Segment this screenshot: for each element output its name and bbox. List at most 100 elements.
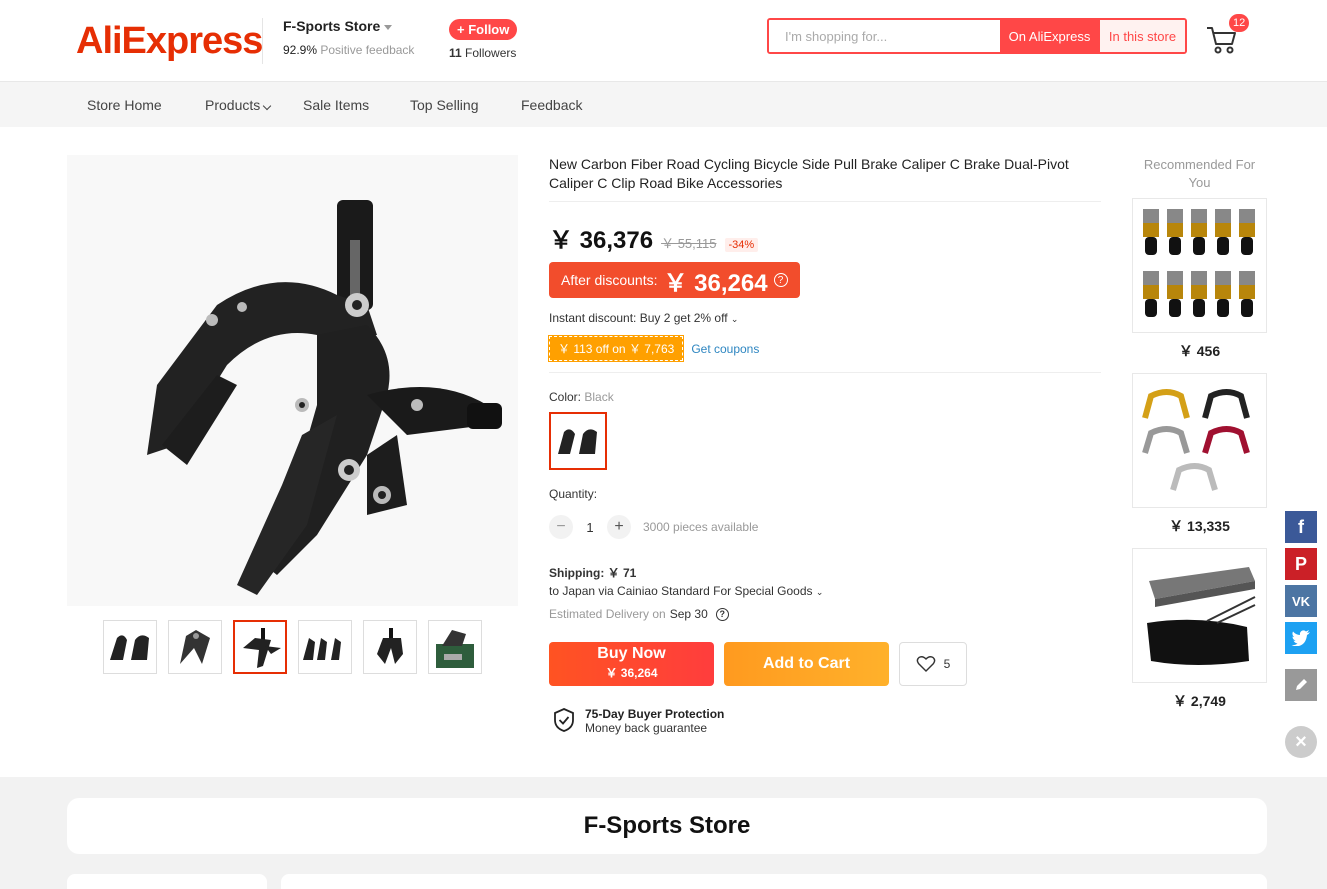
feedback-label: Positive feedback [320, 43, 415, 57]
search-input[interactable] [769, 20, 1000, 52]
shipping-via-text: to Japan via Cainiao Standard For Specia… [549, 584, 813, 598]
quantity-stepper: − 1 + 3000 pieces available [549, 515, 758, 539]
store-name: F-Sports Store [283, 18, 381, 34]
add-to-cart-button[interactable]: Add to Cart [724, 642, 889, 686]
color-option-black[interactable] [549, 412, 607, 470]
nav-top-selling[interactable]: Top Selling [410, 97, 479, 113]
heart-icon [916, 656, 935, 672]
caret-down-icon [384, 24, 393, 30]
store-nav: Store Home Products Sale Items Top Selli… [0, 82, 1327, 127]
store-info: F-Sports Store 92.9% Positive feedback [262, 18, 414, 64]
quantity-value[interactable]: 1 [585, 520, 595, 535]
divider [549, 201, 1101, 202]
buyer-protection: 75-Day Buyer Protection Money back guara… [553, 707, 724, 735]
protection-subtitle: Money back guarantee [585, 721, 708, 735]
thumbnail-4[interactable] [298, 620, 352, 674]
follow-button[interactable]: + Follow [449, 19, 518, 40]
thumbnail-6[interactable] [428, 620, 482, 674]
caliper-colors-image [1142, 389, 1250, 491]
nav-products[interactable]: Products [205, 97, 272, 113]
pinterest-icon[interactable]: P [1285, 548, 1317, 580]
coupon-row: ￥ 113 off on ￥ 7,763 Get coupons [547, 335, 759, 362]
instant-discount-text: Instant discount: Buy 2 get 2% off [549, 311, 728, 325]
brake-caliper-image [147, 200, 502, 595]
color-value: Black [584, 390, 614, 404]
after-discounts-label: After discounts: [561, 272, 658, 288]
recommended-price-3: ￥ 2,749 [1173, 693, 1226, 709]
thumbnail-2[interactable] [168, 620, 222, 674]
coupon-tag[interactable]: ￥ 113 off on ￥ 7,763 [547, 335, 685, 362]
recommended-title: Recommended For You [1143, 157, 1256, 190]
get-coupons-link[interactable]: Get coupons [691, 342, 759, 356]
store-banner-title: F-Sports Store [67, 798, 1267, 854]
feedback-percent: 92.9% [283, 43, 318, 57]
shipping-method[interactable]: to Japan via Cainiao Standard For Specia… [549, 584, 823, 598]
cart-button[interactable]: 12 [1205, 14, 1251, 54]
chevron-down-icon: ⌄ [730, 314, 739, 324]
search-bar: On AliExpress In this store [767, 18, 1187, 54]
color-label-text: Color: [549, 390, 582, 404]
available-stock: 3000 pieces available [643, 520, 759, 534]
estimated-delivery: Estimated Delivery on Sep 30 ? [549, 607, 729, 621]
thumbnail-1[interactable] [103, 620, 157, 674]
plus-button[interactable]: + [607, 515, 631, 539]
minus-button[interactable]: − [549, 515, 573, 539]
store-feedback: 92.9% Positive feedback [283, 43, 414, 57]
thumbnail-5[interactable] [363, 620, 417, 674]
search-on-aliexpress-button[interactable]: On AliExpress [1000, 20, 1099, 52]
pencil-icon[interactable] [1285, 669, 1317, 701]
recommended-item-3[interactable] [1132, 548, 1267, 683]
buy-now-button[interactable]: Buy Now ￥ 36,264 [549, 642, 714, 686]
discount-badge: -34% [724, 238, 759, 252]
protection-title: 75-Day Buyer Protection [585, 707, 725, 721]
followers-count: 11 [449, 46, 462, 60]
followers: 11 Followers [449, 46, 517, 60]
twitter-icon[interactable] [1285, 622, 1317, 654]
thumbnail-strip [103, 620, 482, 674]
follow-block: + Follow 11 Followers [449, 19, 518, 60]
aliexpress-logo[interactable]: AliExpress [76, 20, 263, 63]
store-name-dropdown[interactable]: F-Sports Store [283, 18, 414, 34]
followers-label: Followers [465, 46, 517, 60]
chevron-down-icon [263, 101, 272, 111]
quantity-label: Quantity: [549, 487, 598, 501]
vk-icon[interactable]: VK [1285, 585, 1317, 617]
facebook-icon[interactable]: f [1285, 511, 1317, 543]
nav-store-home[interactable]: Store Home [87, 97, 162, 113]
after-discounts-price: ￥ 36,264 [663, 269, 768, 297]
product-main-image[interactable] [67, 155, 518, 606]
close-icon[interactable]: × [1285, 726, 1317, 758]
store-header: AliExpress F-Sports Store 92.9% Positive… [0, 0, 1327, 82]
nav-products-label: Products [205, 97, 261, 113]
buy-now-price: ￥ 36,264 [605, 666, 658, 680]
shield-check-icon [554, 708, 574, 732]
store-sidebar-card [67, 874, 267, 889]
recommended-price-2: ￥ 13,335 [1169, 518, 1230, 534]
wishlist-count: 5 [943, 657, 951, 671]
shipping-label: Shipping: [549, 566, 605, 580]
recommended-item-2[interactable] [1132, 373, 1267, 508]
buy-now-label: Buy Now [597, 645, 666, 662]
recommended-item-1[interactable] [1132, 198, 1267, 333]
original-price: ￥ 55,115 [661, 236, 717, 251]
divider [549, 372, 1101, 373]
chevron-down-icon: ⌄ [815, 587, 824, 597]
cart-count-badge: 12 [1229, 14, 1250, 32]
shipping-price: ￥ 71 [607, 566, 637, 580]
color-label: Color: Black [549, 390, 614, 404]
help-icon[interactable]: ? [773, 273, 788, 287]
wishlist-button[interactable]: 5 [899, 642, 967, 686]
shipping: Shipping: ￥ 71 [549, 564, 636, 581]
product-title: New Carbon Fiber Road Cycling Bicycle Si… [549, 156, 1069, 191]
delivery-label: Estimated Delivery on [549, 607, 666, 621]
bike-rack-image [1147, 567, 1256, 665]
nav-sale-items[interactable]: Sale Items [303, 97, 369, 113]
nav-feedback[interactable]: Feedback [521, 97, 582, 113]
instant-discount[interactable]: Instant discount: Buy 2 get 2% off ⌄ [549, 311, 738, 325]
search-in-store-button[interactable]: In this store [1099, 20, 1185, 52]
help-icon[interactable]: ? [715, 607, 729, 621]
delivery-date: Sep 30 [669, 607, 708, 621]
current-price: ￥ 36,376 [549, 227, 654, 254]
after-discounts-banner: After discounts: ￥ 36,264 ? [549, 262, 800, 298]
thumbnail-3[interactable] [233, 620, 287, 674]
